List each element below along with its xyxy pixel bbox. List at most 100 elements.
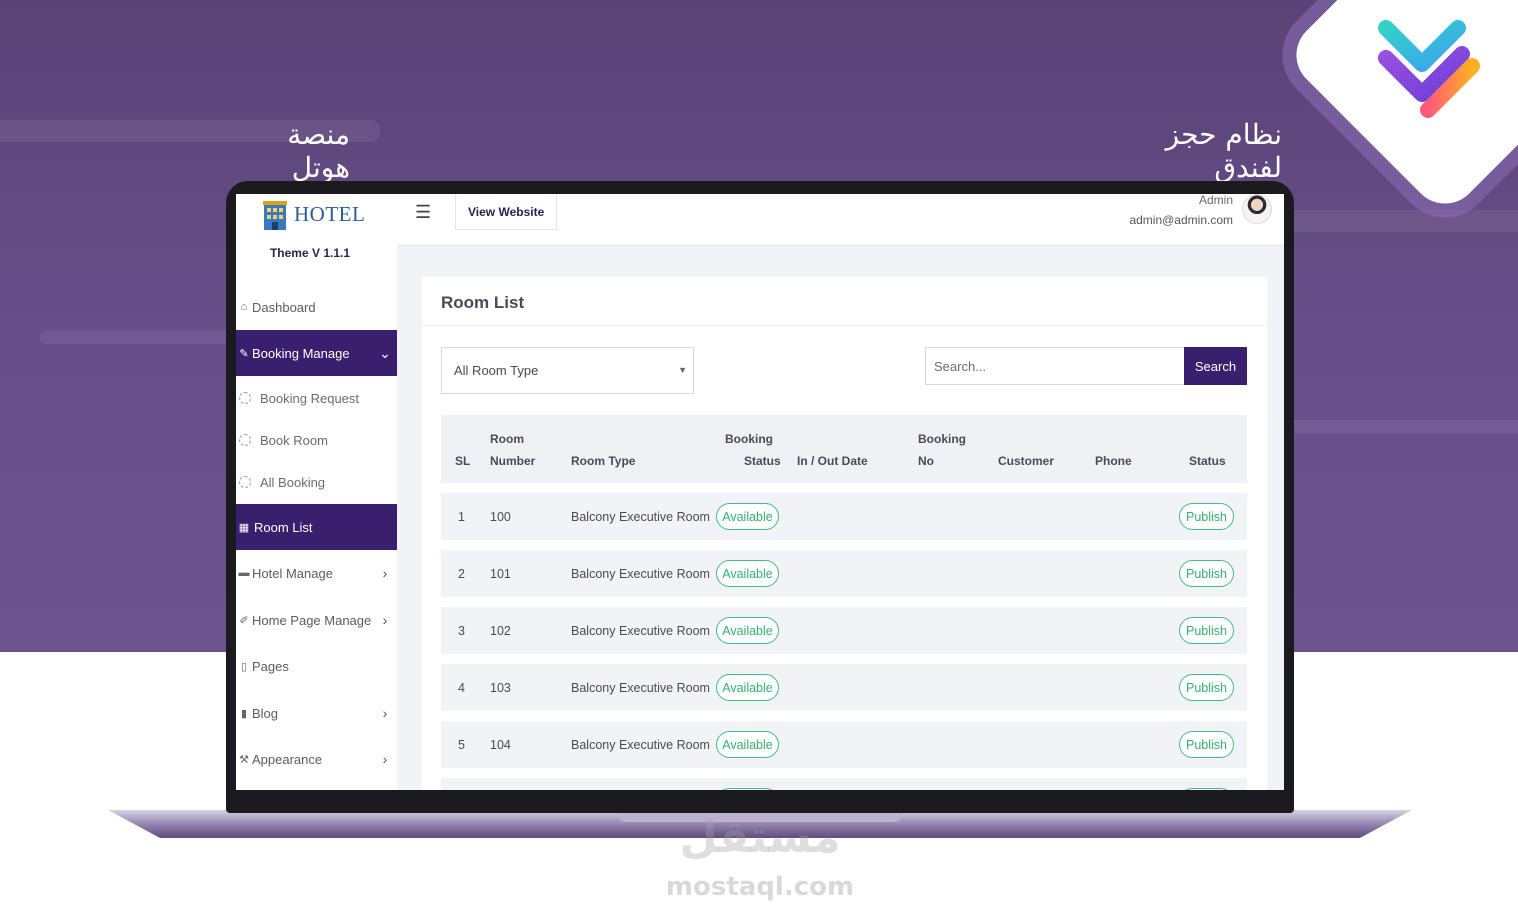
table-header: SL Room Number Room Type Booking Status … xyxy=(441,415,1247,483)
column-header-customer: Customer xyxy=(998,454,1055,468)
sidebar-item-room-list[interactable]: ▦ Room List xyxy=(236,504,397,550)
page-title: Room List xyxy=(441,293,525,312)
grid-icon: ▦ xyxy=(238,521,250,534)
chevron-right-icon: › xyxy=(382,705,388,721)
cell-sl: 1 xyxy=(458,509,465,524)
publish-status-badge[interactable]: Publish xyxy=(1179,503,1234,530)
sidebar-subitem-booking-request[interactable]: Booking Request xyxy=(236,377,397,419)
table-row-partial xyxy=(441,778,1247,790)
column-header-booking-status-2: Status xyxy=(744,454,781,468)
circle-icon xyxy=(239,434,251,446)
admin-screen: HOTEL Theme V 1.1.1 ⌂ Dashboard ✎ Bookin… xyxy=(236,194,1284,790)
sidebar-subitem-book-room[interactable]: Book Room xyxy=(236,419,397,461)
brand-name: HOTEL xyxy=(294,201,366,226)
circle-icon xyxy=(239,392,251,404)
cell-sl: 5 xyxy=(458,737,465,752)
sidebar-item-booking-manage[interactable]: ✎ Booking Manage ⌄ xyxy=(236,330,397,376)
booking-status-badge: Available xyxy=(716,503,779,530)
avatar[interactable] xyxy=(1242,194,1272,224)
topbar: ☰ View Website Admin admin@admin.com xyxy=(397,194,1284,246)
table-row: 2 101 Balcony Executive Room Available P… xyxy=(441,550,1247,597)
publish-status-badge[interactable]: Publish xyxy=(1179,731,1234,758)
column-header-booking-no-1: Booking xyxy=(918,432,966,446)
theme-version: Theme V 1.1.1 xyxy=(269,246,351,260)
booking-status-badge: Available xyxy=(716,674,779,701)
hotel-building-icon xyxy=(263,201,287,230)
cell-room-number: 102 xyxy=(490,623,511,638)
cell-room-number: 101 xyxy=(490,566,511,581)
chevron-right-icon: › xyxy=(382,565,388,581)
room-type-select-value: All Room Type xyxy=(454,363,539,378)
sidebar-item-dashboard[interactable]: ⌂ Dashboard xyxy=(236,284,397,330)
sidebar-item-label: Appearance xyxy=(252,751,323,767)
column-header-phone: Phone xyxy=(1095,454,1132,468)
chevron-right-icon: › xyxy=(382,612,388,628)
publish-status-badge[interactable]: Publish xyxy=(1179,560,1234,587)
cell-room-type: Balcony Executive Room xyxy=(571,737,710,752)
pencil-icon: ✎ xyxy=(239,347,249,360)
watermark-arabic: مستقل xyxy=(679,812,841,863)
title-left: منصة هوتل xyxy=(287,118,350,184)
publish-status-badge-partial xyxy=(1179,788,1234,790)
sidebar-item-label: Blog xyxy=(252,705,279,721)
cell-room-number: 103 xyxy=(490,680,511,695)
cell-room-number: 104 xyxy=(490,737,511,752)
column-header-in-out-date: In / Out Date xyxy=(797,454,868,468)
brush-icon: ⚒ xyxy=(239,753,249,766)
sidebar-subitem-label: Book Room xyxy=(260,432,328,448)
admin-email: admin@admin.com xyxy=(1129,213,1233,227)
circle-icon xyxy=(239,476,251,488)
cell-sl: 3 xyxy=(458,623,465,638)
sidebar-item-label: Dashboard xyxy=(252,299,316,315)
admin-name: Admin xyxy=(1198,194,1233,207)
title-right: نظام حجز لفندق xyxy=(1165,118,1282,184)
brand-logo-icon xyxy=(1378,20,1480,118)
cell-room-type: Balcony Executive Room xyxy=(571,509,710,524)
hamburger-menu-icon[interactable]: ☰ xyxy=(415,202,431,223)
sidebar-subitem-label: All Booking xyxy=(260,474,326,490)
brand[interactable]: HOTEL xyxy=(262,198,365,230)
edit-icon: ✐ xyxy=(239,614,249,627)
search-button[interactable]: Search xyxy=(1184,347,1247,385)
booking-status-badge: Available xyxy=(716,731,779,758)
sidebar-item-hotel-manage[interactable]: ▬ Hotel Manage › xyxy=(236,550,397,596)
sidebar: HOTEL Theme V 1.1.1 ⌂ Dashboard ✎ Bookin… xyxy=(236,194,397,790)
column-header-booking-no-2: No xyxy=(918,454,934,468)
publish-status-badge[interactable]: Publish xyxy=(1179,617,1234,644)
cell-sl: 4 xyxy=(458,680,465,695)
caret-down-icon: ▼ xyxy=(678,365,687,375)
column-header-room-type: Room Type xyxy=(571,454,636,468)
table-row: 1 100 Balcony Executive Room Available P… xyxy=(441,493,1247,540)
room-list-card: Room List All Room Type ▼ Search... Sear… xyxy=(422,277,1267,790)
cell-room-number: 100 xyxy=(490,509,511,524)
watermark-latin: mostaql.com xyxy=(665,872,855,902)
search-input[interactable]: Search... xyxy=(925,347,1185,385)
table-row: 4 103 Balcony Executive Room Available P… xyxy=(441,664,1247,711)
column-header-room-number-2: Number xyxy=(490,454,536,468)
sidebar-item-pages[interactable]: ▯ Pages xyxy=(236,643,397,689)
booking-status-badge: Available xyxy=(716,560,779,587)
sidebar-subitem-all-booking[interactable]: All Booking xyxy=(236,461,397,503)
booking-status-badge-partial xyxy=(716,788,779,790)
chevron-right-icon: › xyxy=(382,751,388,767)
bed-icon: ▬ xyxy=(238,567,250,579)
sidebar-item-label: Room List xyxy=(254,519,313,535)
sidebar-item-blog[interactable]: ▮ Blog › xyxy=(236,690,397,736)
room-type-select[interactable]: All Room Type ▼ xyxy=(441,347,694,394)
card-divider xyxy=(422,325,1267,326)
dashboard-icon: ⌂ xyxy=(240,301,248,313)
cell-room-type: Balcony Executive Room xyxy=(571,680,710,695)
blog-icon: ▮ xyxy=(240,707,248,720)
view-website-button[interactable]: View Website xyxy=(455,194,558,230)
publish-status-badge[interactable]: Publish xyxy=(1179,674,1234,701)
sidebar-item-appearance[interactable]: ⚒ Appearance › xyxy=(236,736,397,782)
cell-room-type: Balcony Executive Room xyxy=(571,623,710,638)
sidebar-item-home-page-manage[interactable]: ✐ Home Page Manage › xyxy=(236,597,397,643)
column-header-booking-status-1: Booking xyxy=(725,432,773,446)
chevron-down-icon: ⌄ xyxy=(379,344,391,361)
file-icon: ▯ xyxy=(240,660,248,673)
sidebar-item-label: Booking Manage xyxy=(252,345,350,361)
column-header-sl: SL xyxy=(455,454,471,468)
column-header-room-number-1: Room xyxy=(490,432,524,446)
sidebar-subitem-label: Booking Request xyxy=(260,390,360,406)
